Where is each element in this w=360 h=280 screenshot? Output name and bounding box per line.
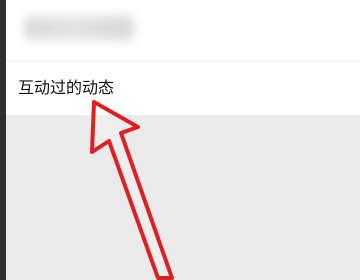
- arrow-icon: [90, 100, 174, 280]
- blurred-profile-name: [24, 16, 134, 40]
- profile-header: [6, 0, 360, 60]
- interacted-posts-label: 互动过的动态: [18, 78, 115, 97]
- interacted-posts-row[interactable]: 互动过的动态: [6, 61, 360, 115]
- screen: 互动过的动态: [0, 0, 360, 280]
